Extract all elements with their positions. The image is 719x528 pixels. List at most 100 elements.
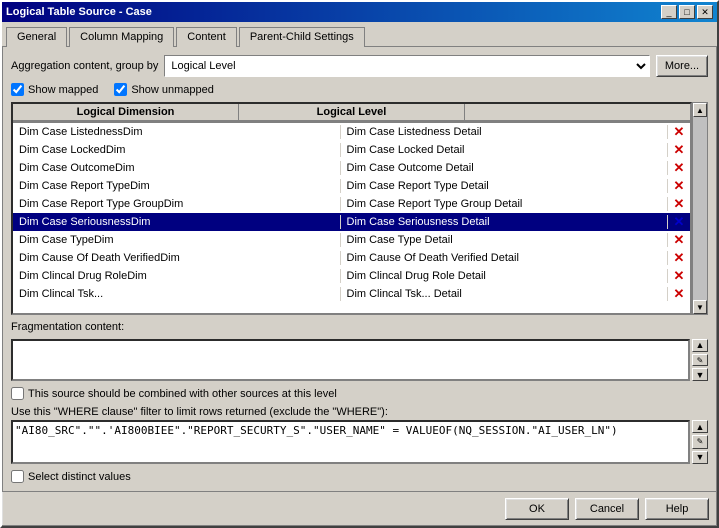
combine-label: This source should be combined with othe…: [28, 388, 337, 400]
frag-edit-btn[interactable]: ✎: [692, 354, 708, 367]
table-row[interactable]: Dim Case Report TypeDimDim Case Report T…: [13, 177, 690, 195]
ok-button[interactable]: OK: [505, 498, 569, 520]
td-level: Dim Case Outcome Detail: [341, 161, 669, 175]
show-unmapped-item: Show unmapped: [114, 83, 214, 96]
td-dim: Dim Case LockedDim: [13, 143, 341, 157]
td-action: ✕: [668, 178, 690, 194]
fragmentation-textarea[interactable]: [11, 339, 690, 381]
table-row[interactable]: Dim Clincal Drug RoleDimDim Clincal Drug…: [13, 267, 690, 285]
x-icon: ✕: [674, 124, 685, 140]
frag-down-btn[interactable]: ▼: [692, 368, 708, 381]
scroll-up-btn[interactable]: ▲: [693, 103, 707, 117]
combine-row: This source should be combined with othe…: [11, 387, 708, 400]
where-edit-btn[interactable]: ✎: [692, 435, 708, 448]
table-row[interactable]: Dim Case LockedDimDim Case Locked Detail…: [13, 141, 690, 159]
td-level: Dim Cause Of Death Verified Detail: [341, 251, 669, 265]
td-dim: Dim Case Report TypeDim: [13, 179, 341, 193]
td-action: ✕: [668, 268, 690, 284]
where-down-btn[interactable]: ▼: [692, 451, 708, 464]
x-icon-blue: ✕: [674, 214, 685, 230]
combine-checkbox[interactable]: [11, 387, 24, 400]
minimize-button[interactable]: _: [661, 5, 677, 19]
fragmentation-label: Fragmentation content:: [11, 321, 124, 333]
table-row[interactable]: Dim Case Report Type GroupDimDim Case Re…: [13, 195, 690, 213]
where-value: "AI80_SRC"."".'AI800BIEE"."REPORT_SECURT…: [15, 424, 618, 437]
table-section: Logical Dimension Logical Level Dim Case…: [11, 102, 708, 315]
frag-up-btn[interactable]: ▲: [692, 339, 708, 352]
x-icon: ✕: [674, 286, 685, 302]
col-action: [465, 104, 690, 122]
checkboxes-row: Show mapped Show unmapped: [11, 83, 708, 96]
x-icon: ✕: [674, 160, 685, 176]
show-mapped-checkbox[interactable]: [11, 83, 24, 96]
window-controls: _ □ ✕: [661, 5, 713, 19]
table-scrollbar[interactable]: ▲ ▼: [692, 102, 708, 315]
td-level: Dim Case Type Detail: [341, 233, 669, 247]
x-icon: ✕: [674, 232, 685, 248]
x-icon: ✕: [674, 268, 685, 284]
where-section: Use this "WHERE clause" filter to limit …: [11, 406, 708, 464]
td-action: ✕: [668, 286, 690, 302]
tab-content-area: Aggregation content, group by Logical Le…: [2, 46, 717, 492]
table-row[interactable]: Dim Case TypeDimDim Case Type Detail ✕: [13, 231, 690, 249]
help-button[interactable]: Help: [645, 498, 709, 520]
tab-general[interactable]: General: [6, 27, 67, 47]
dimension-table: Logical Dimension Logical Level Dim Case…: [11, 102, 692, 315]
tab-bar: General Column Mapping Content Parent-Ch…: [2, 22, 717, 46]
td-dim: Dim Cause Of Death VerifiedDim: [13, 251, 341, 265]
table-row[interactable]: Dim Case SeriousnessDimDim Case Seriousn…: [13, 213, 690, 231]
td-dim: Dim Case Report Type GroupDim: [13, 197, 341, 211]
td-level: Dim Case Report Type Detail: [341, 179, 669, 193]
show-unmapped-checkbox[interactable]: [114, 83, 127, 96]
table-row[interactable]: Dim Cause Of Death VerifiedDimDim Cause …: [13, 249, 690, 267]
table-row[interactable]: Dim Clincal Tsk...Dim Clincal Tsk... Det…: [13, 285, 690, 303]
td-action: ✕: [668, 124, 690, 140]
show-mapped-item: Show mapped: [11, 83, 98, 96]
where-up-btn[interactable]: ▲: [692, 420, 708, 433]
td-dim: Dim Clincal Drug RoleDim: [13, 269, 341, 283]
td-action: ✕: [668, 250, 690, 266]
td-dim: Dim Clincal Tsk...: [13, 287, 341, 301]
table-body[interactable]: Dim Case ListednessDimDim Case Listednes…: [13, 123, 690, 313]
distinct-checkbox[interactable]: [11, 470, 24, 483]
col-logical-dimension: Logical Dimension: [13, 104, 239, 122]
close-button[interactable]: ✕: [697, 5, 713, 19]
td-level: Dim Clincal Tsk... Detail: [341, 287, 669, 301]
tab-parent-child[interactable]: Parent-Child Settings: [239, 27, 365, 47]
where-textarea[interactable]: "AI80_SRC"."".'AI800BIEE"."REPORT_SECURT…: [11, 420, 690, 464]
table-header: Logical Dimension Logical Level: [13, 104, 690, 123]
main-window: Logical Table Source - Case _ □ ✕ Genera…: [0, 0, 719, 528]
cancel-button[interactable]: Cancel: [575, 498, 639, 520]
table-row[interactable]: Dim Case ListednessDimDim Case Listednes…: [13, 123, 690, 141]
td-dim: Dim Case OutcomeDim: [13, 161, 341, 175]
scroll-down-btn[interactable]: ▼: [693, 300, 707, 314]
td-action: ✕: [668, 196, 690, 212]
tab-content[interactable]: Content: [176, 27, 237, 47]
more-button[interactable]: More...: [656, 55, 708, 77]
td-dim: Dim Case TypeDim: [13, 233, 341, 247]
td-action: ✕: [668, 214, 690, 230]
td-dim: Dim Case ListednessDim: [13, 125, 341, 139]
td-level: Dim Case Locked Detail: [341, 143, 669, 157]
td-level: Dim Case Listedness Detail: [341, 125, 669, 139]
td-action: ✕: [668, 142, 690, 158]
where-label: Use this "WHERE clause" filter to limit …: [11, 406, 708, 418]
tab-column-mapping[interactable]: Column Mapping: [69, 27, 174, 47]
window-title: Logical Table Source - Case: [6, 6, 152, 18]
aggregation-dropdown-container: Logical Level: [164, 55, 650, 77]
td-level: Dim Clincal Drug Role Detail: [341, 269, 669, 283]
fragmentation-section: ▲ ✎ ▼: [11, 339, 708, 381]
maximize-button[interactable]: □: [679, 5, 695, 19]
show-mapped-label: Show mapped: [28, 84, 98, 96]
td-level: Dim Case Report Type Group Detail: [341, 197, 669, 211]
aggregation-dropdown[interactable]: Logical Level: [164, 55, 650, 77]
table-row[interactable]: Dim Case OutcomeDimDim Case Outcome Deta…: [13, 159, 690, 177]
aggregation-label: Aggregation content, group by: [11, 60, 158, 72]
x-icon: ✕: [674, 196, 685, 212]
fragmentation-side-btns: ▲ ✎ ▼: [692, 339, 708, 381]
x-icon: ✕: [674, 250, 685, 266]
title-bar: Logical Table Source - Case _ □ ✕: [2, 2, 717, 22]
aggregation-row: Aggregation content, group by Logical Le…: [11, 55, 708, 77]
td-action: ✕: [668, 232, 690, 248]
x-icon: ✕: [674, 142, 685, 158]
